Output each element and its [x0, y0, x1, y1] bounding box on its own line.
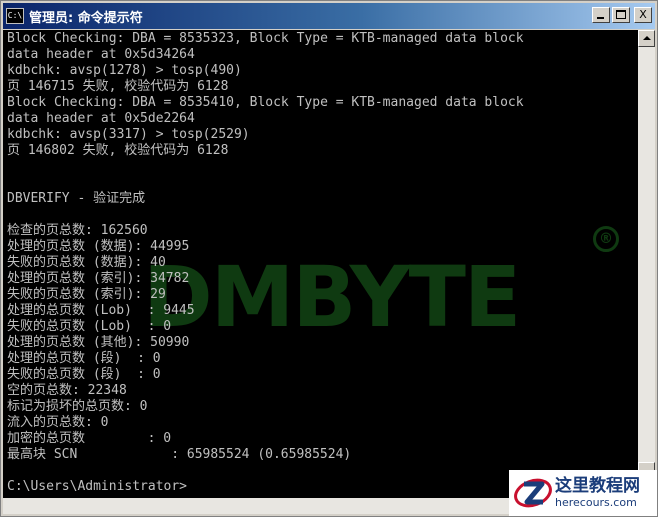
console-line: Block Checking: DBA = 8535323, Block Typ…	[7, 31, 524, 46]
console-line: data header at 0x5de2264	[7, 111, 195, 126]
minimize-icon	[597, 17, 604, 19]
console-line: 加密的总页数 : 0	[7, 431, 172, 446]
logo-text: 这里教程网 herecours.com	[555, 476, 640, 510]
console-line: 失败的页总数 (数据): 40	[7, 255, 166, 270]
console-line: 空的页总数: 22348	[7, 383, 127, 398]
command-prompt-window: C:\ 管理员: 命令提示符 X DMBYTE ® Block Checking…	[0, 0, 658, 517]
console-line: Block Checking: DBA = 8535410, Block Typ…	[7, 95, 524, 110]
console-line: 处理的页总数 (索引): 34782	[7, 271, 190, 286]
window-controls: X	[592, 7, 652, 23]
scroll-up-button[interactable]	[638, 30, 655, 47]
command-prompt-line[interactable]: C:\Users\Administrator>	[7, 479, 187, 495]
site-logo: 这里教程网 herecours.com	[509, 470, 657, 516]
console-line: 处理的总页数 (Lob) : 9445	[7, 303, 195, 318]
maximize-button[interactable]	[612, 7, 630, 23]
console-line: kdbchk: avsp(1278) > tosp(490)	[7, 63, 242, 78]
console-line: 页 146715 失败, 校验代码为 6128	[7, 79, 229, 94]
console-line: DBVERIFY - 验证完成	[7, 191, 146, 206]
close-button[interactable]: X	[634, 7, 652, 23]
console-line: 处理的页总数 (其他): 50990	[7, 335, 190, 350]
console-line: 失败的总页数 (Lob) : 0	[7, 319, 172, 334]
watermark-text: DMBYTE	[143, 248, 521, 346]
console-line: 失败的页总数 (索引): 29	[7, 287, 166, 302]
console-line: 页 146802 失败, 校验代码为 6128	[7, 143, 229, 158]
console-line: 处理的页总数 (数据): 44995	[7, 239, 190, 254]
logo-name: 这里教程网	[555, 476, 640, 496]
console-line: 流入的页总数: 0	[7, 415, 109, 430]
console-line: 失败的总页数 (段) : 0	[7, 367, 161, 382]
console-line: 标记为损坏的总页数: 0	[7, 399, 148, 414]
cmd-app-icon[interactable]: C:\	[6, 8, 24, 24]
maximize-icon	[616, 10, 626, 19]
console-output[interactable]: DMBYTE ® Block Checking: DBA = 8535323, …	[3, 30, 639, 498]
title-bar[interactable]: C:\ 管理员: 命令提示符 X	[3, 3, 655, 29]
minimize-button[interactable]	[592, 7, 610, 23]
console-line: 最高块 SCN : 65985524 (0.65985524)	[7, 447, 352, 462]
arrow-up-icon	[643, 36, 651, 40]
console-line: data header at 0x5d34264	[7, 47, 195, 62]
watermark-registered-icon: ®	[593, 226, 619, 252]
window-title: 管理员: 命令提示符	[29, 10, 143, 26]
console-line: 处理的总页数 (段) : 0	[7, 351, 161, 366]
logo-url: herecours.com	[555, 496, 637, 509]
console-line: kdbchk: avsp(3317) > tosp(2529)	[7, 127, 250, 142]
logo-z-icon	[513, 473, 553, 513]
console-line: 检查的页总数: 162560	[7, 223, 148, 238]
vertical-scrollbar[interactable]	[638, 30, 655, 498]
